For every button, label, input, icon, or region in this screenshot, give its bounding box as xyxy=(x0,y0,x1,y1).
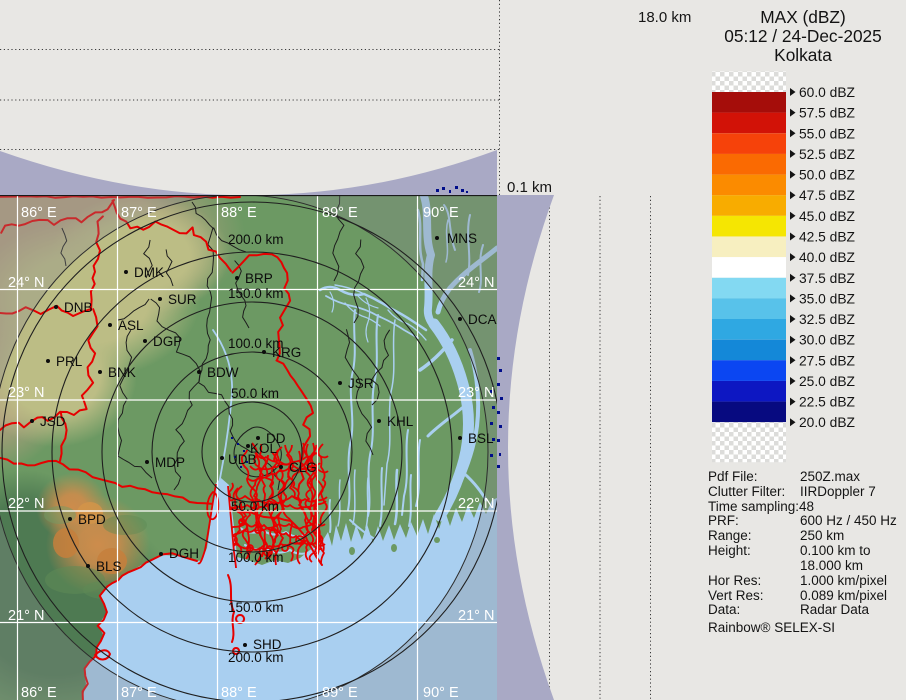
svg-text:89° E: 89° E xyxy=(322,685,358,700)
svg-text:88° E: 88° E xyxy=(221,685,257,700)
svg-text:Height:: Height: xyxy=(708,543,751,558)
svg-text:55.0 dBZ: 55.0 dBZ xyxy=(799,126,855,141)
svg-text:Kolkata: Kolkata xyxy=(774,45,832,65)
svg-text:21° N: 21° N xyxy=(458,608,494,624)
svg-text:DMK: DMK xyxy=(134,265,164,280)
svg-text:45.0 dBZ: 45.0 dBZ xyxy=(799,209,855,224)
svg-text:90° E: 90° E xyxy=(423,205,459,221)
svg-text:23° N: 23° N xyxy=(458,385,494,401)
svg-text:88° E: 88° E xyxy=(221,205,257,221)
svg-text:86° E: 86° E xyxy=(21,205,57,221)
svg-text:87° E: 87° E xyxy=(121,685,157,700)
svg-text:48: 48 xyxy=(799,499,814,514)
svg-text:KRG: KRG xyxy=(272,345,301,360)
svg-text:BPD: BPD xyxy=(78,512,106,527)
svg-text:PRL: PRL xyxy=(56,354,83,369)
svg-text:MDP: MDP xyxy=(155,455,185,470)
svg-text:32.5 dBZ: 32.5 dBZ xyxy=(799,312,855,327)
svg-text:57.5 dBZ: 57.5 dBZ xyxy=(799,106,855,121)
svg-text:UDB: UDB xyxy=(228,452,257,467)
svg-text:25.0 dBZ: 25.0 dBZ xyxy=(799,374,855,389)
svg-text:47.5 dBZ: 47.5 dBZ xyxy=(799,188,855,203)
svg-text:Clutter Filter:: Clutter Filter: xyxy=(708,484,785,499)
svg-text:22° N: 22° N xyxy=(458,496,494,512)
svg-text:200.0 km: 200.0 km xyxy=(228,232,284,247)
svg-text:BLS: BLS xyxy=(96,559,122,574)
svg-text:200.0 km: 200.0 km xyxy=(228,650,284,665)
svg-text:100.0 km: 100.0 km xyxy=(228,550,284,565)
svg-text:Pdf File:: Pdf File: xyxy=(708,469,758,484)
svg-text:JSD: JSD xyxy=(40,414,66,429)
svg-text:250Z.max: 250Z.max xyxy=(800,469,860,484)
svg-text:0.1 km: 0.1 km xyxy=(507,179,552,196)
svg-text:Vert Res:: Vert Res: xyxy=(708,588,764,603)
svg-text:35.0 dBZ: 35.0 dBZ xyxy=(799,291,855,306)
svg-text:IIRDoppler 7: IIRDoppler 7 xyxy=(800,484,876,499)
svg-text:86° E: 86° E xyxy=(21,685,57,700)
svg-text:Radar Data: Radar Data xyxy=(800,602,870,617)
svg-text:18.0 km: 18.0 km xyxy=(638,9,691,26)
svg-text:Rainbow® SELEX-SI: Rainbow® SELEX-SI xyxy=(708,620,835,635)
svg-text:50.0 km: 50.0 km xyxy=(231,386,279,401)
svg-text:BDW: BDW xyxy=(207,365,239,380)
svg-text:DGP: DGP xyxy=(153,334,182,349)
svg-text:SUR: SUR xyxy=(168,292,197,307)
svg-text:Range:: Range: xyxy=(708,528,752,543)
svg-text:90° E: 90° E xyxy=(423,685,459,700)
svg-text:DCA: DCA xyxy=(468,312,497,327)
svg-text:50.0 km: 50.0 km xyxy=(231,499,279,514)
svg-text:Time sampling:: Time sampling: xyxy=(708,499,799,514)
svg-text:42.5 dBZ: 42.5 dBZ xyxy=(799,230,855,245)
svg-text:60.0 dBZ: 60.0 dBZ xyxy=(799,85,855,100)
svg-text:24° N: 24° N xyxy=(458,275,494,291)
svg-text:0.089 km/pixel: 0.089 km/pixel xyxy=(800,588,887,603)
svg-text:37.5 dBZ: 37.5 dBZ xyxy=(799,271,855,286)
svg-text:BSL: BSL xyxy=(468,431,494,446)
svg-text:BRP: BRP xyxy=(245,271,273,286)
svg-text:150.0 km: 150.0 km xyxy=(228,286,284,301)
svg-text:18.000 km: 18.000 km xyxy=(800,558,863,573)
svg-text:27.5 dBZ: 27.5 dBZ xyxy=(799,353,855,368)
svg-text:87° E: 87° E xyxy=(121,205,157,221)
svg-text:CLG: CLG xyxy=(289,460,317,475)
svg-text:SHD: SHD xyxy=(253,637,282,652)
svg-text:22° N: 22° N xyxy=(8,496,44,512)
svg-text:24° N: 24° N xyxy=(8,275,44,291)
svg-text:PRF:: PRF: xyxy=(708,513,739,528)
svg-text:21° N: 21° N xyxy=(8,608,44,624)
svg-text:89° E: 89° E xyxy=(322,205,358,221)
svg-text:50.0 dBZ: 50.0 dBZ xyxy=(799,168,855,183)
svg-text:Data:: Data: xyxy=(708,602,740,617)
svg-text:22.5 dBZ: 22.5 dBZ xyxy=(799,395,855,410)
svg-text:Hor Res:: Hor Res: xyxy=(708,573,761,588)
svg-text:20.0 dBZ: 20.0 dBZ xyxy=(799,415,855,430)
svg-text:40.0 dBZ: 40.0 dBZ xyxy=(799,250,855,265)
svg-text:MNS: MNS xyxy=(447,231,477,246)
svg-text:ASL: ASL xyxy=(118,318,144,333)
svg-text:DGH: DGH xyxy=(169,546,199,561)
svg-text:150.0 km: 150.0 km xyxy=(228,600,284,615)
svg-text:0.100 km to: 0.100 km to xyxy=(800,543,871,558)
svg-text:DNB: DNB xyxy=(64,300,93,315)
svg-text:BNK: BNK xyxy=(108,365,136,380)
svg-text:KHL: KHL xyxy=(387,414,414,429)
svg-text:05:12 / 24-Dec-2025: 05:12 / 24-Dec-2025 xyxy=(724,26,882,46)
svg-text:30.0 dBZ: 30.0 dBZ xyxy=(799,333,855,348)
svg-text:1.000 km/pixel: 1.000 km/pixel xyxy=(800,573,887,588)
svg-text:MAX (dBZ): MAX (dBZ) xyxy=(760,7,845,27)
svg-text:JSR: JSR xyxy=(348,376,374,391)
svg-text:250 km: 250 km xyxy=(800,528,844,543)
svg-text:600 Hz / 450 Hz: 600 Hz / 450 Hz xyxy=(800,513,897,528)
svg-text:23° N: 23° N xyxy=(8,385,44,401)
svg-text:52.5 dBZ: 52.5 dBZ xyxy=(799,147,855,162)
